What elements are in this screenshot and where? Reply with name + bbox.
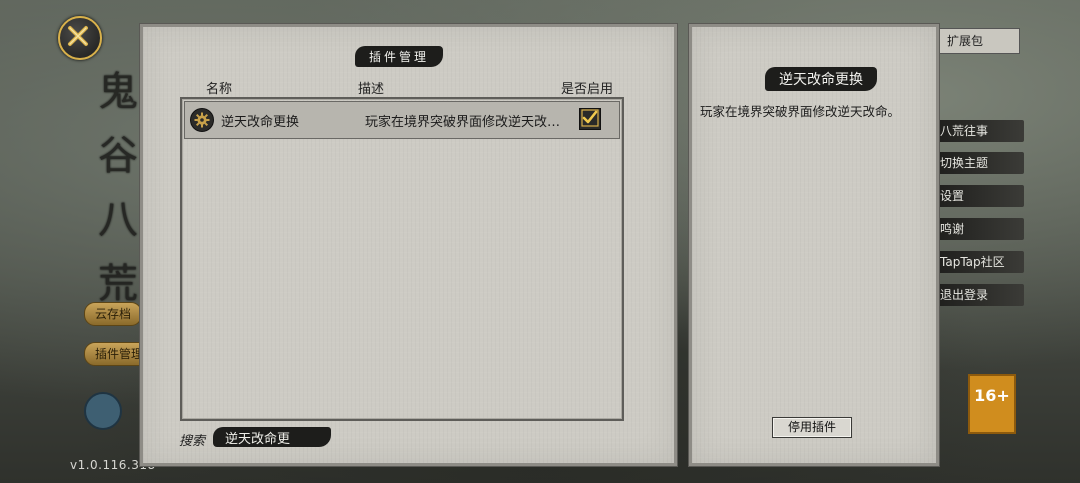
- bg-menu-item: TapTap社区: [930, 251, 1024, 273]
- plugin-manager-panel: 插件管理 名称 描述 是否启用 逆天改命更换 玩家在境界突破界面修改逆天改… 搜…: [140, 24, 677, 466]
- age-rating-badge: 16+: [968, 374, 1016, 434]
- gear-icon: [190, 108, 214, 132]
- detail-description: 玩家在境界突破界面修改逆天改命。: [700, 104, 901, 119]
- plugin-name: 逆天改命更换: [221, 114, 300, 130]
- bg-menu-item: 设置: [930, 185, 1024, 207]
- bg-menu-item: 退出登录: [930, 284, 1024, 306]
- search-input[interactable]: [213, 427, 331, 447]
- panel-title: 插件管理: [355, 46, 444, 67]
- close-button[interactable]: [58, 16, 102, 60]
- plugin-list: 逆天改命更换 玩家在境界突破界面修改逆天改…: [180, 97, 624, 421]
- column-header-enabled: 是否启用: [561, 82, 614, 97]
- bg-tools-icon: [84, 392, 122, 430]
- bg-cloud-save-chip: 云存档: [84, 302, 143, 326]
- search-label: 搜索: [179, 434, 206, 449]
- bg-menu-item: 八荒往事: [930, 120, 1024, 142]
- enabled-checkbox[interactable]: [579, 108, 601, 130]
- column-header-description: 描述: [358, 82, 385, 97]
- close-icon: [68, 26, 88, 46]
- detail-title: 逆天改命更换: [765, 67, 877, 91]
- game-logo-calligraphy: 鬼谷八荒: [98, 69, 138, 307]
- bg-extension-button: 扩展包: [938, 28, 1020, 54]
- plugin-description: 玩家在境界突破界面修改逆天改…: [365, 114, 561, 130]
- plugin-row[interactable]: 逆天改命更换 玩家在境界突破界面修改逆天改…: [184, 101, 620, 139]
- plugin-detail-panel: 逆天改命更换 玩家在境界突破界面修改逆天改命。 停用插件: [689, 24, 939, 466]
- bg-menu-item: 切换主题: [930, 152, 1024, 174]
- bg-menu-item: 鸣谢: [930, 218, 1024, 240]
- column-header-name: 名称: [206, 82, 233, 97]
- disable-plugin-button[interactable]: 停用插件: [772, 417, 852, 438]
- checkmark-icon: [581, 109, 599, 127]
